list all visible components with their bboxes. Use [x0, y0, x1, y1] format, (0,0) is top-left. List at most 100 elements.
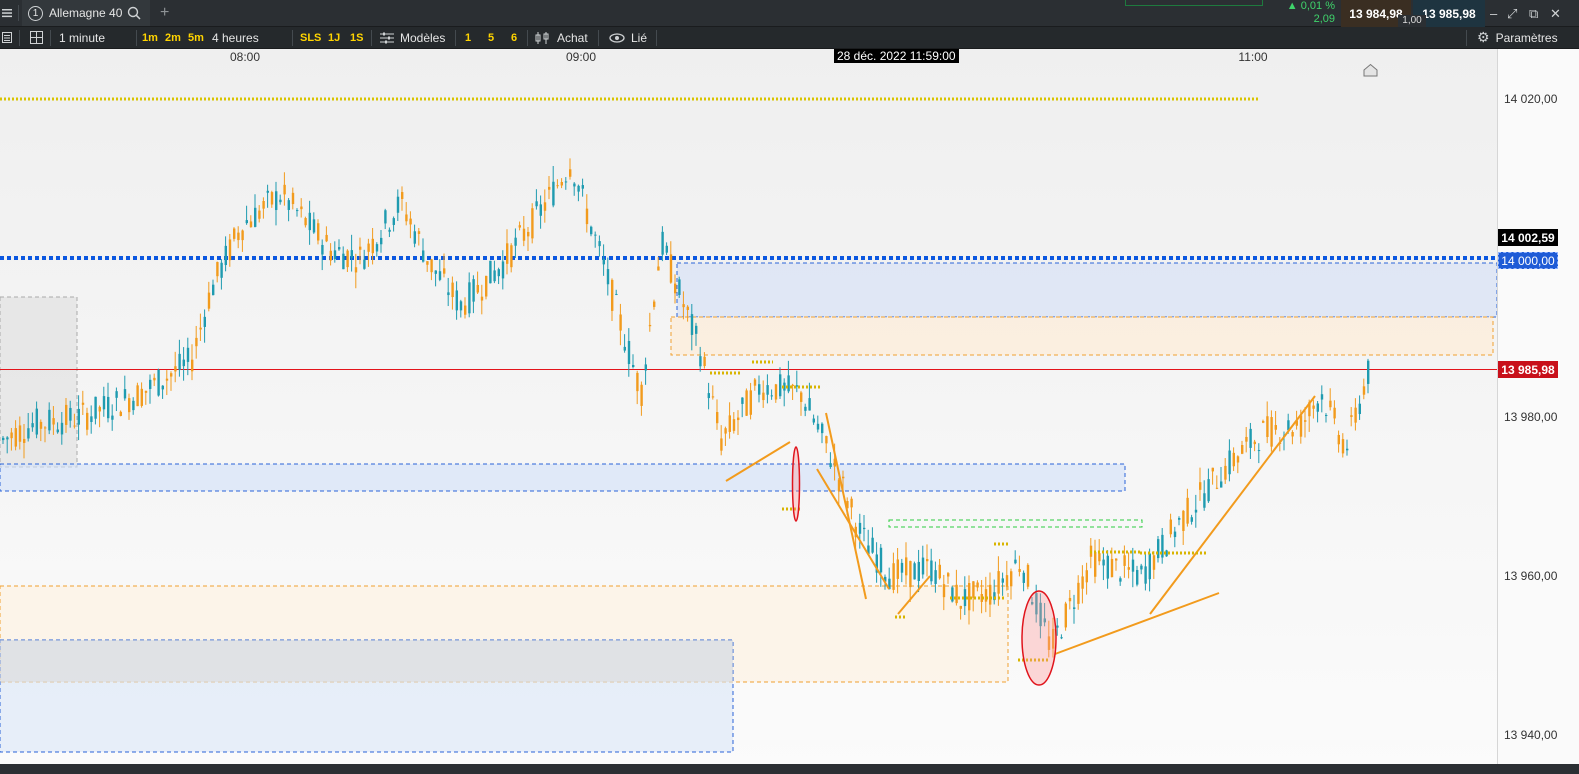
bullish-candle	[1346, 448, 1349, 451]
bullish-candle	[1131, 559, 1135, 572]
bearish-candle	[1266, 416, 1269, 437]
add-tab-button[interactable]: +	[160, 0, 174, 26]
bearish-candle	[119, 411, 122, 416]
bearish-candle	[371, 238, 374, 254]
bearish-candle	[1333, 407, 1336, 419]
bearish-candle	[165, 378, 169, 381]
bullish-candle	[472, 279, 475, 302]
timeframe-select[interactable]: 1 minute	[59, 27, 105, 48]
timeframe-2m-button[interactable]: 2m	[165, 27, 181, 48]
bullish-candle	[787, 375, 790, 392]
one-week-button[interactable]: 1S	[350, 27, 363, 48]
buy-button[interactable]: Achat	[535, 27, 588, 48]
instrument-number-badge: 1	[28, 5, 43, 21]
bearish-candle	[732, 419, 736, 431]
bearish-candle	[724, 428, 727, 434]
bullish-candle	[1358, 403, 1361, 415]
bullish-candle	[296, 210, 299, 212]
bullish-candle	[606, 269, 610, 285]
bearish-candle	[842, 476, 845, 479]
bullish-candle	[178, 353, 181, 371]
layout-icon[interactable]	[30, 27, 44, 48]
cursor-time-label: 28 déc. 2022 11:59:00	[834, 49, 959, 63]
bearish-candle	[270, 192, 274, 205]
bullish-candle	[1060, 637, 1063, 639]
change-absolute: 2,09	[1313, 13, 1335, 25]
search-icon[interactable]	[127, 6, 141, 20]
bullish-candle	[447, 292, 450, 296]
blue-zone-top	[676, 262, 1497, 318]
bullish-candle	[203, 316, 206, 327]
bearish-candle	[1215, 487, 1219, 489]
bullish-candle	[1106, 555, 1109, 579]
timeframe-1m-button[interactable]: 1m	[142, 27, 158, 48]
linked-button[interactable]: Lié	[609, 27, 647, 48]
quantity-5-button[interactable]: 5	[488, 27, 494, 48]
bullish-candle	[812, 418, 815, 423]
bearish-candle	[674, 283, 677, 294]
one-day-button[interactable]: 1J	[328, 27, 340, 48]
bullish-candle	[581, 185, 584, 189]
price-tick-label: 14 020,00	[1504, 92, 1558, 106]
separator	[527, 30, 528, 46]
settings-button[interactable]: ⚙ Paramètres	[1477, 27, 1558, 48]
bullish-candle	[602, 258, 605, 265]
bearish-candle	[972, 581, 975, 598]
bearish-candle	[976, 582, 979, 588]
bearish-candle	[682, 304, 685, 308]
list-icon[interactable]	[2, 27, 14, 48]
quantity-6-button[interactable]: 6	[511, 27, 517, 48]
eye-icon	[609, 32, 625, 43]
bullish-candle	[1001, 578, 1004, 583]
bearish-candle	[153, 377, 156, 381]
bearish-candle	[1064, 603, 1067, 628]
bearish-candle	[1123, 555, 1126, 566]
bearish-candle	[52, 418, 55, 425]
bullish-candle	[212, 284, 215, 296]
sls-button[interactable]: SLS	[300, 27, 321, 48]
bearish-candle	[1241, 445, 1244, 454]
models-button[interactable]: Modèles	[380, 27, 445, 48]
timeframe-5m-button[interactable]: 5m	[188, 27, 204, 48]
bearish-candle	[850, 498, 853, 508]
hamburger-icon[interactable]	[0, 0, 14, 26]
bearish-candle	[947, 573, 950, 577]
minimize-icon[interactable]: ‒	[1490, 6, 1497, 21]
bearish-candle	[1236, 456, 1240, 463]
bearish-candle	[73, 425, 76, 427]
bearish-candle	[711, 396, 715, 398]
bearish-candle	[1077, 582, 1080, 604]
bearish-candle	[556, 185, 559, 187]
price-chart[interactable]: 08:00 09:00 11:00 28 déc. 2022 11:59:00 14…	[0, 49, 1579, 774]
level-price-tag: 14 000,00	[1498, 252, 1558, 269]
candles-layer	[2, 158, 1370, 658]
bullish-candle	[149, 379, 152, 389]
bearish-candle	[892, 563, 895, 590]
bullish-candle	[392, 218, 395, 225]
bearish-candle	[653, 301, 656, 307]
bullish-candle	[770, 395, 773, 397]
expand-icon[interactable]: ⤢	[1507, 6, 1517, 22]
home-icon[interactable]	[1363, 63, 1378, 77]
instrument-tab[interactable]: 1 Allemagne 40	[22, 0, 150, 26]
bearish-candle	[144, 390, 148, 393]
mini-indicator	[1125, 0, 1263, 6]
bullish-candle	[577, 185, 580, 192]
bullish-candle	[69, 407, 72, 421]
price-axis[interactable]: 14 020,00 13 980,00 13 960,00 13 940,00 14 0…	[1497, 49, 1579, 764]
bearish-candle	[745, 390, 748, 416]
time-tick-label: 08:00	[229, 50, 261, 64]
bearish-candle	[720, 438, 723, 451]
quantity-1-button[interactable]: 1	[465, 27, 471, 48]
bullish-candle	[455, 290, 458, 311]
bullish-candle	[279, 199, 282, 203]
bearish-candle	[1005, 575, 1009, 587]
period-select[interactable]: 4 heures	[212, 27, 259, 48]
bearish-candle	[716, 412, 719, 424]
chart-plot-area[interactable]	[0, 49, 1497, 764]
bullish-candle	[758, 384, 761, 395]
bearish-candle	[1224, 465, 1227, 480]
popout-icon[interactable]: ⧉	[1529, 6, 1538, 22]
close-icon[interactable]: ✕	[1550, 6, 1561, 22]
bearish-candle	[199, 327, 202, 330]
